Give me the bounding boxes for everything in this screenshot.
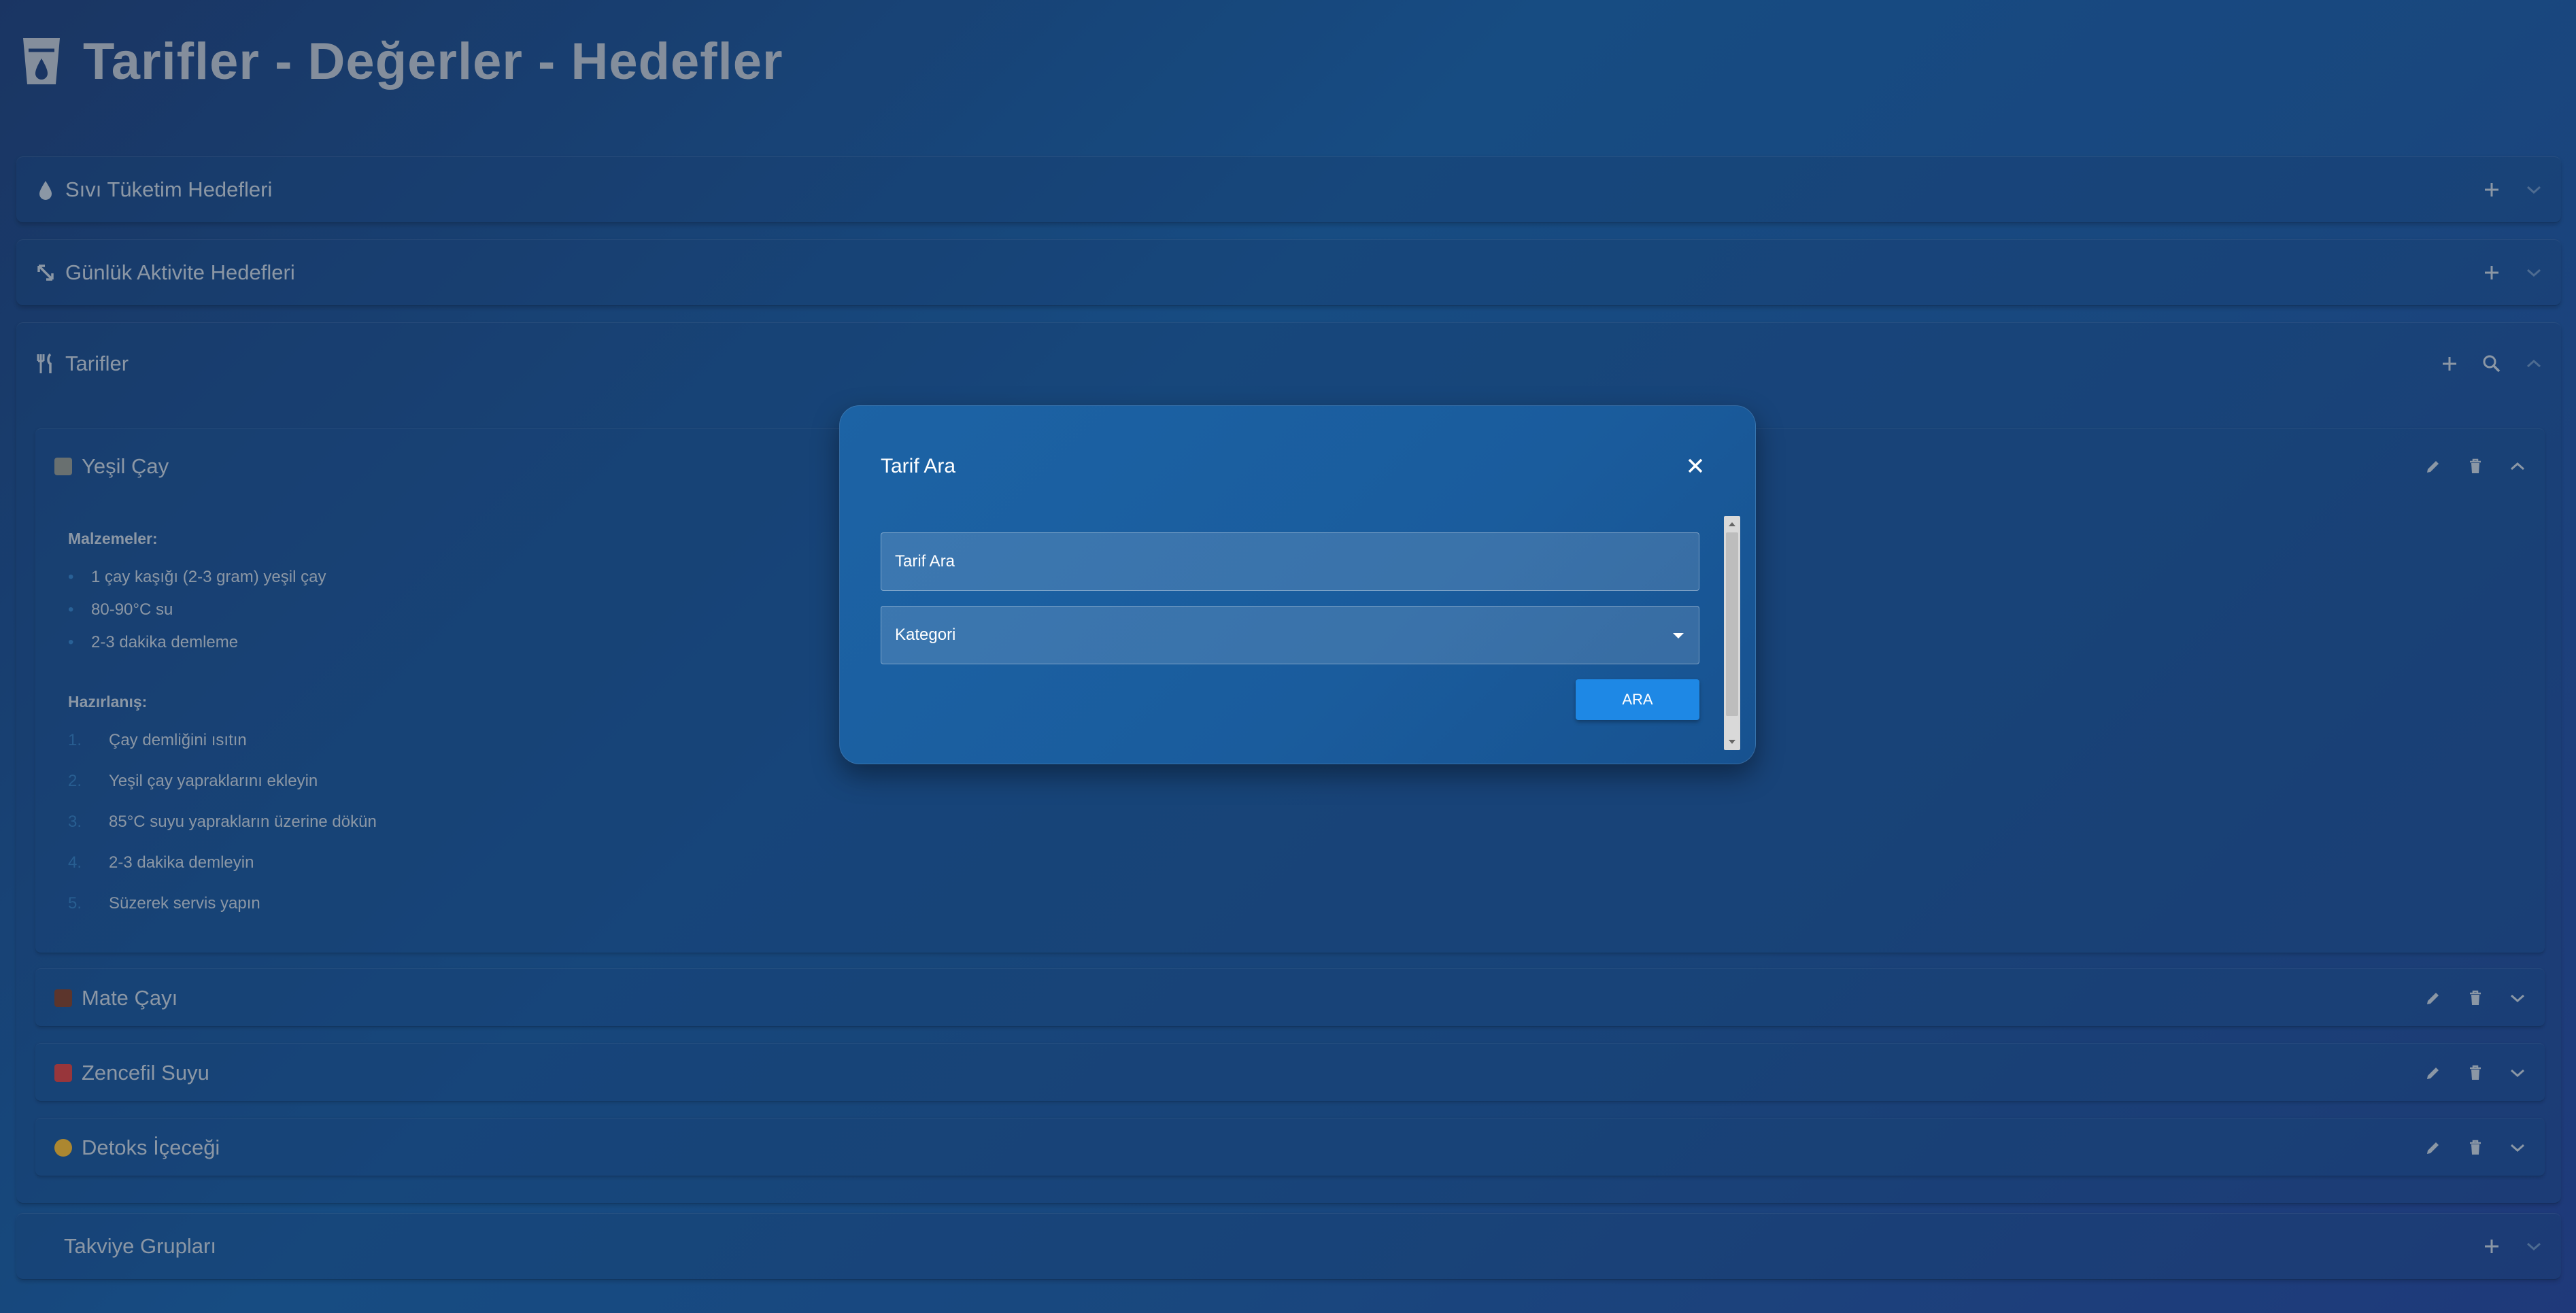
search-input[interactable] <box>881 532 1699 591</box>
scroll-down-arrow-icon[interactable] <box>1724 735 1740 749</box>
dialog-scrollbar[interactable] <box>1724 516 1740 750</box>
search-recipe-dialog: Tarif Ara Kategori ARA <box>839 405 1756 764</box>
caret-down-icon <box>1673 633 1684 638</box>
category-select[interactable]: Kategori <box>881 606 1699 664</box>
close-icon[interactable] <box>1683 454 1708 478</box>
scroll-up-arrow-icon[interactable] <box>1724 517 1740 531</box>
dialog-title: Tarif Ara <box>881 455 956 477</box>
app-page: Tarifler - Değerler - Hedefler Sıvı Tüke… <box>0 0 2576 1313</box>
search-button[interactable]: ARA <box>1576 679 1699 720</box>
scrollbar-thumb[interactable] <box>1726 532 1738 716</box>
category-select-label: Kategori <box>895 626 956 644</box>
